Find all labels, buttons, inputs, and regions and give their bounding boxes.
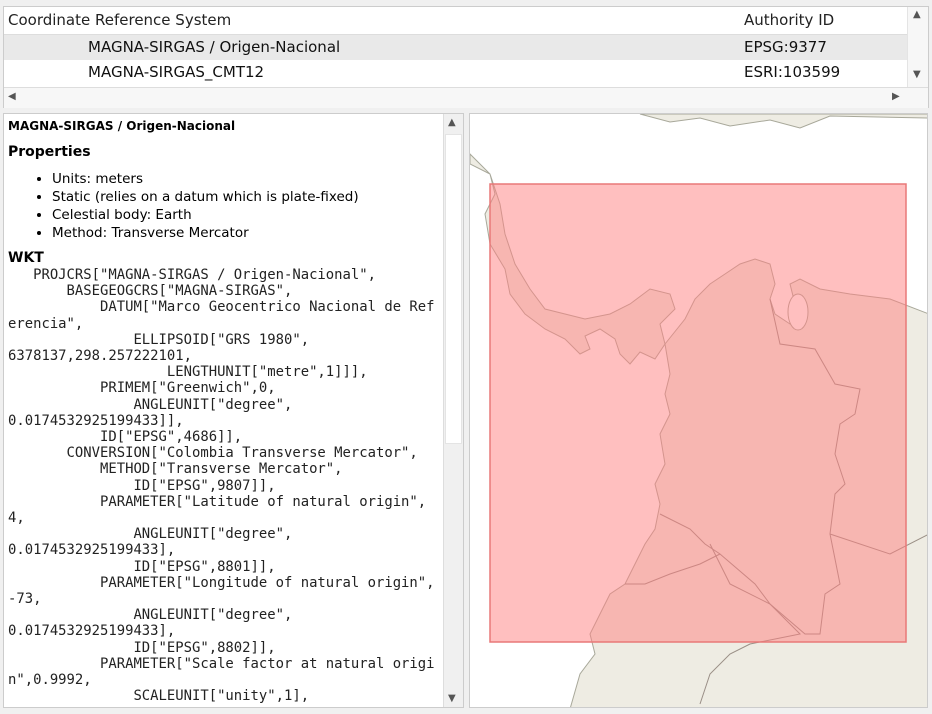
details-scrollbar[interactable]: ▲ ▼ [443, 114, 463, 707]
scroll-down-icon[interactable]: ▼ [448, 693, 456, 704]
scroll-right-icon[interactable]: ▶ [892, 91, 900, 102]
header-crs[interactable]: Coordinate Reference System [4, 7, 745, 35]
header-authority-id[interactable]: Authority ID [744, 7, 907, 35]
table-row[interactable]: MAGNA-SIRGAS / Origen-Nacional EPSG:9377 [4, 35, 907, 60]
wkt-text: PROJCRS["MAGNA-SIRGAS / Origen-Nacional"… [8, 267, 435, 705]
map-canvas [470, 114, 927, 707]
crs-name: MAGNA-SIRGAS_CMT12 [88, 63, 265, 81]
scrollbar-thumb[interactable] [445, 134, 462, 444]
crs-table: Coordinate Reference System Authority ID… [3, 6, 929, 108]
crs-id: ESRI:103599 [744, 63, 841, 81]
crs-name: MAGNA-SIRGAS / Origen-Nacional [88, 38, 341, 56]
properties-list: Units: meters Static (relies on a datum … [34, 170, 359, 242]
crs-extent-rectangle [489, 183, 907, 643]
details-title: MAGNA-SIRGAS / Origen-Nacional [8, 119, 236, 133]
property-item: Method: Transverse Mercator [52, 224, 359, 242]
extent-map[interactable] [469, 113, 928, 708]
horizontal-scrollbar[interactable]: ◀ ▶ [4, 87, 928, 108]
property-item: Celestial body: Earth [52, 206, 359, 224]
table-row[interactable]: MAGNA-SIRGAS_CMT12 ESRI:103599 [4, 60, 907, 85]
scroll-down-icon[interactable]: ▼ [913, 69, 921, 80]
vertical-scrollbar[interactable]: ▲ ▼ [907, 7, 928, 87]
crs-details-panel: MAGNA-SIRGAS / Origen-Nacional Propertie… [3, 113, 464, 708]
crs-id: EPSG:9377 [744, 38, 827, 56]
scroll-left-icon[interactable]: ◀ [8, 91, 16, 102]
property-item: Static (relies on a datum which is plate… [52, 188, 359, 206]
scroll-up-icon[interactable]: ▲ [913, 9, 921, 20]
wkt-heading: WKT [8, 250, 44, 266]
land-caribbean-islands [639, 114, 927, 129]
properties-heading: Properties [8, 144, 91, 160]
scroll-up-icon[interactable]: ▲ [448, 117, 456, 128]
property-item: Units: meters [52, 170, 359, 188]
